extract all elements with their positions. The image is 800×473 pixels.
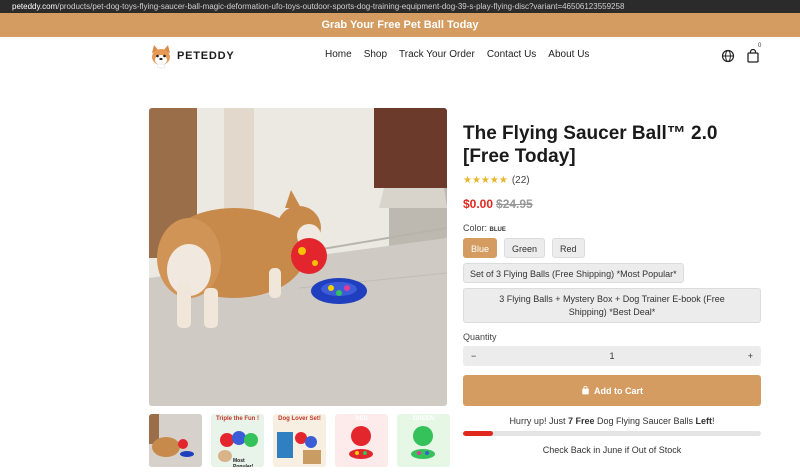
thumbnail-2-label: Triple the Fun !: [216, 416, 259, 422]
nav-about[interactable]: About Us: [548, 49, 589, 60]
add-to-cart-button[interactable]: Add to Cart: [463, 375, 761, 406]
product-info: The Flying Saucer Ball™ 2.0 [Free Today]…: [463, 122, 761, 455]
price-block: $0.00 $24.95: [463, 197, 761, 211]
product-photo: [149, 108, 447, 406]
url-domain: peteddy.com: [12, 2, 58, 11]
nav-track-order[interactable]: Track Your Order: [399, 49, 475, 60]
compare-price: $24.95: [496, 197, 533, 211]
cart-button[interactable]: 0: [746, 43, 761, 63]
thumbnail-dog-image: [149, 414, 202, 467]
thumbnail-2-badge: Most Popular!: [233, 458, 254, 467]
product-main-image[interactable]: [149, 108, 447, 406]
color-option-blue[interactable]: Blue: [463, 238, 498, 258]
add-to-cart-label: Add to Cart: [594, 385, 643, 396]
thumbnail-5-label: GREEN: [412, 416, 435, 422]
nav-shop[interactable]: Shop: [364, 49, 387, 60]
thumbnail-3[interactable]: Dog Lover Set!: [273, 414, 326, 467]
main-nav: Home Shop Track Your Order Contact Us Ab…: [325, 49, 589, 60]
bag-icon: [582, 386, 589, 395]
quantity-decrease-button[interactable]: −: [471, 351, 476, 361]
sale-price: $0.00: [463, 197, 494, 211]
nav-contact[interactable]: Contact Us: [487, 49, 536, 60]
color-label: Color: BLUE: [463, 223, 761, 233]
brand-logo[interactable]: PETEDDY: [148, 43, 235, 69]
thumbnail-5[interactable]: GREEN: [397, 414, 450, 467]
quantity-label: Quantity: [463, 332, 497, 342]
review-count: (22): [511, 175, 530, 186]
quantity-value[interactable]: 1: [609, 351, 614, 361]
stock-urgency-text: Hurry up! Just 7 Free Dog Flying Saucer …: [463, 416, 761, 426]
color-option-red[interactable]: Red: [552, 238, 585, 258]
quantity-stepper: − 1 +: [463, 346, 761, 366]
url-path: /products/pet-dog-toys-flying-saucer-bal…: [57, 2, 625, 11]
product-title: The Flying Saucer Ball™ 2.0 [Free Today]: [463, 123, 718, 167]
site-header: PETEDDY Home Shop Track Your Order Conta…: [0, 37, 800, 77]
stock-progress-fill: [463, 431, 493, 436]
thumbnail-1[interactable]: [149, 414, 202, 467]
color-label-text: Color:: [463, 223, 488, 233]
bundle-option-set-of-3[interactable]: Set of 3 Flying Balls (Free Shipping) *M…: [463, 263, 684, 283]
thumbnail-3-label: Dog Lover Set!: [278, 416, 321, 422]
hurry-end: !: [712, 416, 715, 426]
bundle-option-mystery-box[interactable]: 3 Flying Balls + Mystery Box + Dog Train…: [463, 288, 761, 323]
thumbnail-4[interactable]: RED: [335, 414, 388, 467]
thumbnail-4-label: RED: [355, 416, 368, 422]
stock-progress-bar: [463, 431, 761, 436]
selected-color: BLUE: [489, 227, 506, 233]
promo-bar: Grab Your Free Pet Ball Today: [0, 13, 800, 37]
check-back-note: Check Back in June if Out of Stock: [542, 445, 682, 455]
color-options: Blue Green Red: [463, 238, 761, 258]
color-option-green[interactable]: Green: [504, 238, 546, 258]
nav-home[interactable]: Home: [325, 49, 352, 60]
star-rating-icon: ★★★★★: [463, 175, 508, 186]
rating[interactable]: ★★★★★ (22): [463, 175, 761, 186]
hurry-suffix: Left: [695, 416, 713, 426]
hurry-count: 7 Free: [567, 416, 595, 426]
thumbnail-2[interactable]: Triple the Fun ! Most Popular!: [211, 414, 264, 467]
brand-name: PETEDDY: [177, 50, 235, 62]
cart-count: 0: [758, 43, 762, 49]
corgi-logo-icon: [152, 45, 170, 69]
thumbnail-strip: Triple the Fun ! Most Popular! Dog Lover…: [149, 414, 450, 467]
globe-icon[interactable]: [721, 49, 735, 63]
cart-icon: [747, 48, 759, 63]
quantity-increase-button[interactable]: +: [748, 351, 753, 361]
hurry-prefix: Hurry up! Just: [509, 416, 568, 426]
address-bar[interactable]: peteddy.com/products/pet-dog-toys-flying…: [0, 0, 800, 13]
header-icons: 0: [721, 43, 761, 63]
hurry-mid: Dog Flying Saucer Balls: [594, 416, 696, 426]
